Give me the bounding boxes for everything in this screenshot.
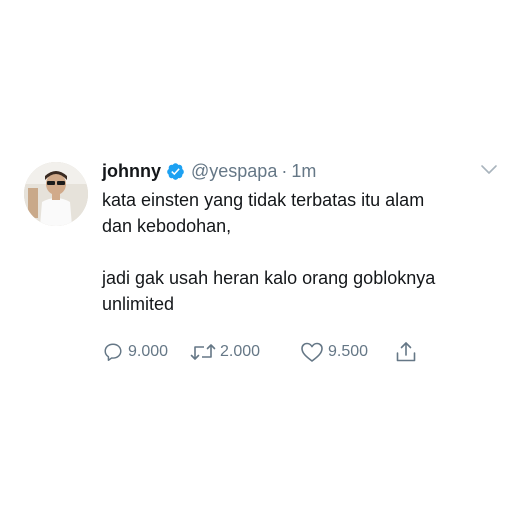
tweet-timestamp[interactable]: 1m [291,161,316,182]
tweet-header: johnny @yespapa · 1m [102,158,497,184]
retweet-button[interactable]: 2.000 [190,341,300,363]
tweet-paragraph: kata einsten yang tidak terbatas itu ala… [102,190,425,236]
tweet-content: johnny @yespapa · 1m kata einsten yang t… [102,158,497,365]
tweet-text: kata einsten yang tidak terbatas itu ala… [102,187,494,317]
chevron-down-icon[interactable] [480,163,498,177]
tweet-paragraph: jadi gak usah heran kalo orang gobloknya… [102,268,436,314]
avatar-image [24,162,88,226]
retweet-icon [190,341,216,363]
reply-count: 9.000 [128,343,169,360]
share-icon [394,340,418,364]
like-count: 9.500 [328,343,369,360]
like-button[interactable]: 9.500 [300,341,386,363]
heart-icon [300,341,324,363]
reply-icon [102,341,124,363]
reply-button[interactable]: 9.000 [102,341,182,363]
retweet-count: 2.000 [220,343,261,360]
tweet-actions: 9.000 2.000 9.500 [102,339,494,365]
share-button[interactable] [394,340,418,364]
avatar[interactable] [24,162,88,226]
author-handle[interactable]: @yespapa [191,161,277,182]
author-name[interactable]: johnny [102,161,161,182]
header-separator: · [281,160,288,181]
verified-badge-icon [166,162,185,181]
